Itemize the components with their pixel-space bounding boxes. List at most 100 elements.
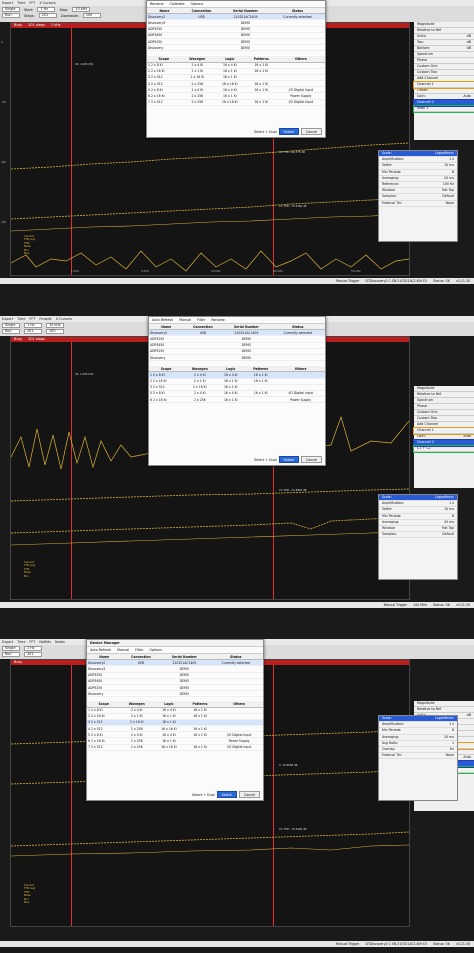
steps-field[interactable]: 201 [24,328,42,335]
table-row[interactable]: Discovery DEMO [87,690,263,698]
tab-filter[interactable]: Filter [135,648,143,652]
option-value: Flat Top [441,188,454,193]
start-field[interactable]: 1 Hz [24,322,42,329]
cancel-button[interactable]: Cancel [238,791,260,798]
trace-legend: Current THD avg THD Mean Min [24,561,35,578]
manual-trigger-button[interactable]: Manual Trigger [384,603,408,607]
tab-options[interactable]: Options [190,2,203,6]
cell: I/O Digital Input [276,99,325,106]
select-button[interactable]: Select [278,128,299,135]
math-1-item[interactable]: Math 1 [413,105,474,113]
options-row[interactable]: Samples: Default [379,532,457,539]
version-label: v3.21.30 [455,603,470,607]
table-row[interactable]: 6 2 x 16 Ki 2 x 256 16 x 1 Ki Power Supply [149,396,325,404]
version-label: v3.21.30 [455,279,470,283]
tab-filter[interactable]: Filter [197,318,205,322]
cursor-readout: X: 19.9958 dB [279,764,298,767]
steps-field[interactable]: 201 [24,651,42,658]
menu-time[interactable]: Time [17,317,25,321]
option-value: 10 ms [444,507,454,512]
table-row[interactable]: 7 2 x 512 2 x 256 16 x 16 Ki 16 x 1 Ki I/O D… [147,99,325,106]
mode-select[interactable]: Single [2,6,20,13]
table-row[interactable]: Discovery DEMO [147,44,325,52]
table-row[interactable]: 7 2 x 512 2 x 256 16 x 16 Ki 16 x 1 Ki I/O D… [87,744,263,751]
gain-value: Auto [463,755,471,759]
table-row[interactable]: Discovery DEMO [149,354,325,362]
select-button[interactable]: Select [216,791,237,798]
option-value: 1 x [449,722,454,727]
status-ok: Status: OK [433,603,450,607]
cancel-button[interactable]: Cancel [300,128,322,135]
select-dual-button[interactable]: Select + Dual [254,458,277,462]
traces-side-panel: Magnitude Relative to Ref Units: dB Top: d… [413,22,474,140]
manual-trigger-button[interactable]: Manual Trigger [336,942,360,946]
tab-rename[interactable]: Rename [150,2,164,6]
tab-rename[interactable]: Rename [211,318,225,322]
menu-x-cursors[interactable]: X Cursors [39,1,55,5]
run-button[interactable]: Run [2,651,20,658]
option-label: Amplification: [382,157,404,162]
zoom-field[interactable]: 100 [82,12,101,19]
steps-field[interactable]: 201 [38,12,57,19]
tab-auto-refresh[interactable]: Auto Refresh [152,318,173,322]
top-label: Top: [417,40,424,44]
dialog-tabs: Rename Calibrate Options [147,1,325,8]
option-label: Amplification: [382,501,404,506]
stop-field[interactable]: 10 kHz [72,6,91,13]
option-label: Reference: [382,181,400,186]
tab-auto-refresh[interactable]: Auto Refresh [90,648,111,652]
dialog-tabs: Auto Refresh Manual Filter Rename [149,317,325,324]
menu-export[interactable]: Export [2,640,13,644]
zoom-field[interactable]: 100 [46,328,64,335]
stop-field[interactable]: 10 kHz [46,322,64,329]
math-expression-item[interactable]: C1 + C2 [413,445,474,453]
bottom-value: dB [466,46,471,50]
analyzer-panel-3: Export Time FFT Nofilds Notes Single 1 H… [0,639,474,953]
gain-value: Auto [463,94,471,98]
y-tick: -90 [1,220,6,224]
menu-notes[interactable]: Notes [55,640,65,644]
option-label: Averaging: [382,734,400,739]
select-button[interactable]: Select [278,456,299,463]
menu-fft[interactable]: FFT [29,1,35,5]
scale-value: Logarithmic [435,151,454,155]
tab-manual[interactable]: Manual [179,318,191,322]
units-value: dB [466,34,471,38]
menu-fmsplit[interactable]: Fmsplit [39,317,51,321]
option-label: Samples: [382,532,397,537]
menu-time[interactable]: Time [17,640,25,644]
run-button[interactable]: Run [2,12,20,19]
start-field[interactable]: 1 Hz [37,6,56,13]
cell: 16 x 1 Ki [216,396,246,404]
options-row[interactable]: External Trn: None [379,753,457,760]
scale-label: Scale: [382,716,392,720]
start-field[interactable]: 1 Hz [24,645,42,652]
select-dual-button[interactable]: Select + Dual [254,130,277,134]
tab-manual[interactable]: Manual [117,648,129,652]
mode-select[interactable]: Single [2,645,20,652]
tab-options[interactable]: Options [149,648,162,652]
select-dual-button[interactable]: Select + Dual [192,793,215,797]
cell: 16 x 16 Ki [213,99,246,106]
cancel-button[interactable]: Cancel [300,456,322,463]
menu-x-cursors[interactable]: X Cursors [56,317,72,321]
options-row[interactable]: External Trn: None [379,201,457,207]
menu-nofilds[interactable]: Nofilds [39,640,51,644]
menu-time[interactable]: Time [17,1,25,5]
menu-fft[interactable]: FFT [29,317,35,321]
bottom-label: Bottom: [417,46,431,50]
manual-trigger-button[interactable]: Manual Trigger [336,279,360,283]
y-tick: -30 [1,100,6,104]
tab-calibrate[interactable]: Calibrate [170,2,185,6]
x-tick: 3 kHz [141,269,149,273]
run-button[interactable]: Run [2,328,20,335]
menu-export[interactable]: Export [2,317,13,321]
zoom-label: Zoomable: [60,13,79,18]
mode-select[interactable]: Single [2,322,20,329]
legend-min: Min [24,574,29,578]
option-label: Window: [382,525,396,530]
menu-fft[interactable]: FFT [29,640,35,644]
menu-export[interactable]: Export [2,1,13,5]
bottom-status-bar: Manual Trigger 100 MHz Status: OK v3.21.… [0,602,474,608]
option-label: External Trn: [382,753,403,758]
